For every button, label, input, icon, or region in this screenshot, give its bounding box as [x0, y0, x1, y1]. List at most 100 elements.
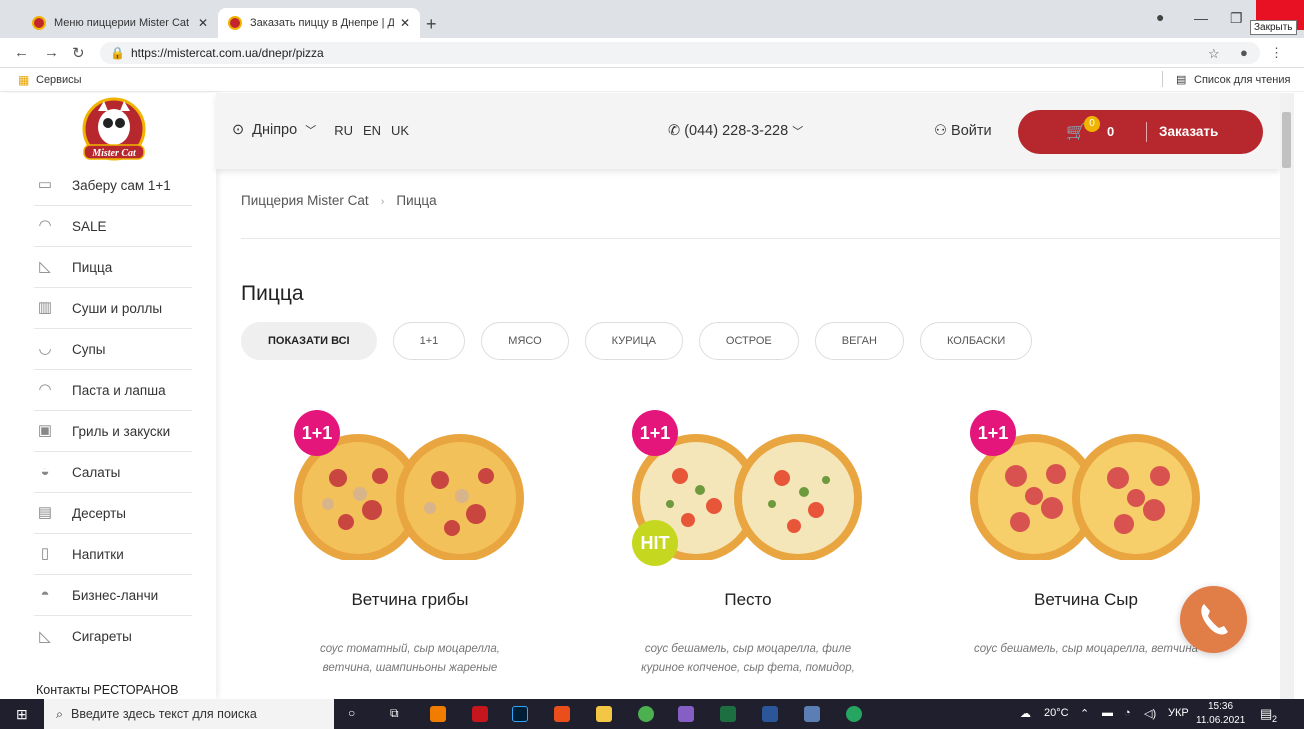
divider	[241, 238, 1280, 239]
windows-start-icon[interactable]: ⊞	[16, 706, 28, 723]
sidebar-item-grill[interactable]: ▣ Гриль и закуски	[34, 411, 192, 452]
product-name[interactable]: Песто	[618, 590, 878, 610]
app-icon[interactable]	[804, 706, 820, 722]
file-explorer-icon[interactable]	[596, 706, 612, 722]
url-host: https://mistercat.com.ua	[130, 46, 259, 60]
pizza-icon: ◺	[39, 258, 51, 275]
close-tooltip: Закрыть	[1250, 20, 1297, 35]
sidebar-item-drinks[interactable]: ▯ Напитки	[34, 534, 192, 575]
grill-icon: ▣	[37, 422, 53, 439]
product-image[interactable]: 1+1 HIT	[618, 410, 878, 566]
filter-chicken[interactable]: КУРИЦА	[584, 322, 683, 360]
battery-icon[interactable]: ▬	[1102, 707, 1113, 719]
product-card[interactable]: 1+1 HIT Песто соус бешамель, сыр моцарел…	[618, 410, 878, 678]
location-pin-icon: ⊙	[232, 122, 245, 138]
menu-dots-icon[interactable]: ⋮	[1270, 45, 1283, 61]
call-button[interactable]	[1180, 586, 1247, 653]
filter-1plus1[interactable]: 1+1	[392, 322, 466, 360]
sidebar-item-cigarettes[interactable]: ◺ Сигареты	[34, 616, 192, 657]
page-title: Пицца	[241, 282, 304, 305]
wifi-icon[interactable]: ◔	[1124, 707, 1131, 719]
vlc-icon[interactable]	[430, 706, 446, 722]
close-tab-icon[interactable]: ✕	[400, 16, 410, 30]
chrome-icon[interactable]	[638, 706, 654, 722]
close-tab-icon[interactable]: ✕	[198, 16, 208, 30]
sushi-icon: ▥	[37, 299, 53, 316]
taskbar-search[interactable]: ⌕ Введите здесь текст для поиска	[44, 699, 334, 729]
product-image[interactable]: 1+1	[280, 410, 540, 562]
scrollbar-thumb[interactable]	[1282, 112, 1291, 168]
city-name: Дніпро	[252, 122, 298, 138]
sidebar-item-lunch[interactable]: ◓ Бизнес-ланчи	[34, 575, 192, 616]
filter-spicy[interactable]: ОСТРОЕ	[698, 322, 799, 360]
lang-uk[interactable]: UK	[391, 123, 409, 138]
office-icon[interactable]	[554, 706, 570, 722]
reload-icon[interactable]: ↻	[72, 44, 85, 62]
breadcrumb-separator: ›	[380, 196, 385, 208]
product-name[interactable]: Ветчина грибы	[280, 590, 540, 610]
city-selector[interactable]: ⊙ Дніпро ﹀ RU EN UK	[232, 122, 409, 138]
clock-date[interactable]: 11.06.2021	[1196, 715, 1245, 726]
cortana-icon[interactable]: ○	[348, 706, 355, 720]
product-card[interactable]: 1+1 Ветчина Сыр соус бешамель, сыр моцар…	[956, 410, 1216, 659]
filter-chips: ПОКАЗАТИ ВСІ 1+1 МЯСО КУРИЦА ОСТРОЕ ВЕГА…	[241, 322, 1033, 360]
search-icon: ⌕	[56, 707, 64, 721]
back-icon[interactable]: ←	[14, 44, 29, 61]
reading-list-link[interactable]: Список для чтения	[1194, 74, 1290, 86]
sidebar-item-pasta[interactable]: ◠ Паста и лапша	[34, 370, 192, 411]
page-scrollbar[interactable]	[1280, 93, 1294, 699]
new-tab-button[interactable]: +	[426, 14, 437, 35]
star-icon[interactable]: ☆	[1208, 46, 1220, 62]
browser-tab-2[interactable]: Заказать пиццу в Днепре | Дост ✕	[218, 8, 420, 38]
contacts-link[interactable]: Контакты РЕСТОРАНОВ	[36, 683, 178, 697]
mister-cat-logo[interactable]: Mister Cat	[76, 97, 152, 165]
apps-grid-icon[interactable]: ▦	[18, 73, 29, 87]
product-image[interactable]: 1+1	[956, 410, 1216, 562]
url-field[interactable]: 🔒 https://mistercat.com.ua/dnepr/pizza	[100, 42, 1260, 64]
weather-temp[interactable]: 20°C	[1044, 707, 1069, 719]
language-indicator[interactable]: УКР	[1168, 707, 1189, 719]
breadcrumb-home[interactable]: Пиццерия Mister Cat	[241, 193, 369, 208]
filter-sausages[interactable]: КОЛБАСКИ	[919, 322, 1033, 360]
filter-meat[interactable]: МЯСО	[481, 322, 569, 360]
volume-icon[interactable]: ◁)	[1144, 707, 1156, 720]
sidebar-item-pickup[interactable]: ▭ Заберу сам 1+1	[34, 165, 192, 206]
sidebar-item-salads[interactable]: ◒ Салаты	[34, 452, 192, 493]
sidebar-item-sale[interactable]: ◠ SALE	[34, 206, 192, 247]
notification-icon[interactable]: ▤	[1260, 706, 1272, 722]
login-button[interactable]: ⚇ Войти	[934, 123, 992, 139]
browser-tab-1[interactable]: Меню пиццерии Mister Cat ✕	[22, 8, 218, 38]
excel-icon[interactable]	[720, 706, 736, 722]
apps-link[interactable]: Сервисы	[36, 74, 82, 86]
lang-en[interactable]: EN	[363, 123, 381, 138]
app-icon[interactable]	[472, 706, 488, 722]
lang-ru[interactable]: RU	[334, 123, 353, 138]
site-header: ⊙ Дніпро ﹀ RU EN UK ✆ (044) 228-3-228 ﹀ …	[216, 93, 1280, 169]
restore-icon[interactable]: ❐	[1230, 10, 1243, 27]
profile-icon[interactable]: ●	[1156, 9, 1164, 25]
cake-icon: ▤	[37, 504, 53, 521]
url-path: /dnepr/pizza	[258, 46, 324, 60]
cart-button[interactable]: 🛒 0 0 Заказать	[1018, 110, 1263, 154]
photoshop-icon[interactable]	[512, 706, 528, 722]
task-view-icon[interactable]: ⧉	[390, 706, 399, 721]
filter-vegan[interactable]: ВЕГАН	[814, 322, 904, 360]
product-card[interactable]: 1+1 Ветчина грибы соус томатный, сыр моц…	[280, 410, 540, 678]
visual-studio-icon[interactable]	[678, 706, 694, 722]
forward-icon[interactable]: →	[44, 44, 59, 61]
sidebar-item-pizza[interactable]: ◺ Пицца	[34, 247, 192, 288]
account-icon[interactable]: ●	[1240, 45, 1248, 60]
filter-all[interactable]: ПОКАЗАТИ ВСІ	[241, 322, 377, 360]
sidebar-item-desserts[interactable]: ▤ Десерты	[34, 493, 192, 534]
tray-chevron-icon[interactable]: ⌃	[1080, 707, 1089, 720]
phone-selector[interactable]: ✆ (044) 228-3-228 ﹀	[668, 123, 803, 139]
sidebar-item-soups[interactable]: ◡ Супы	[34, 329, 192, 370]
product-name[interactable]: Ветчина Сыр	[956, 590, 1216, 610]
weather-icon: ☁	[1020, 708, 1031, 720]
minimize-icon[interactable]: —	[1194, 10, 1208, 26]
word-icon[interactable]	[762, 706, 778, 722]
app-icon[interactable]	[846, 706, 862, 722]
sidebar-item-sushi[interactable]: ▥ Суши и роллы	[34, 288, 192, 329]
sidebar-item-label: Гриль и закуски	[72, 423, 171, 439]
clock-time[interactable]: 15:36	[1208, 701, 1233, 712]
